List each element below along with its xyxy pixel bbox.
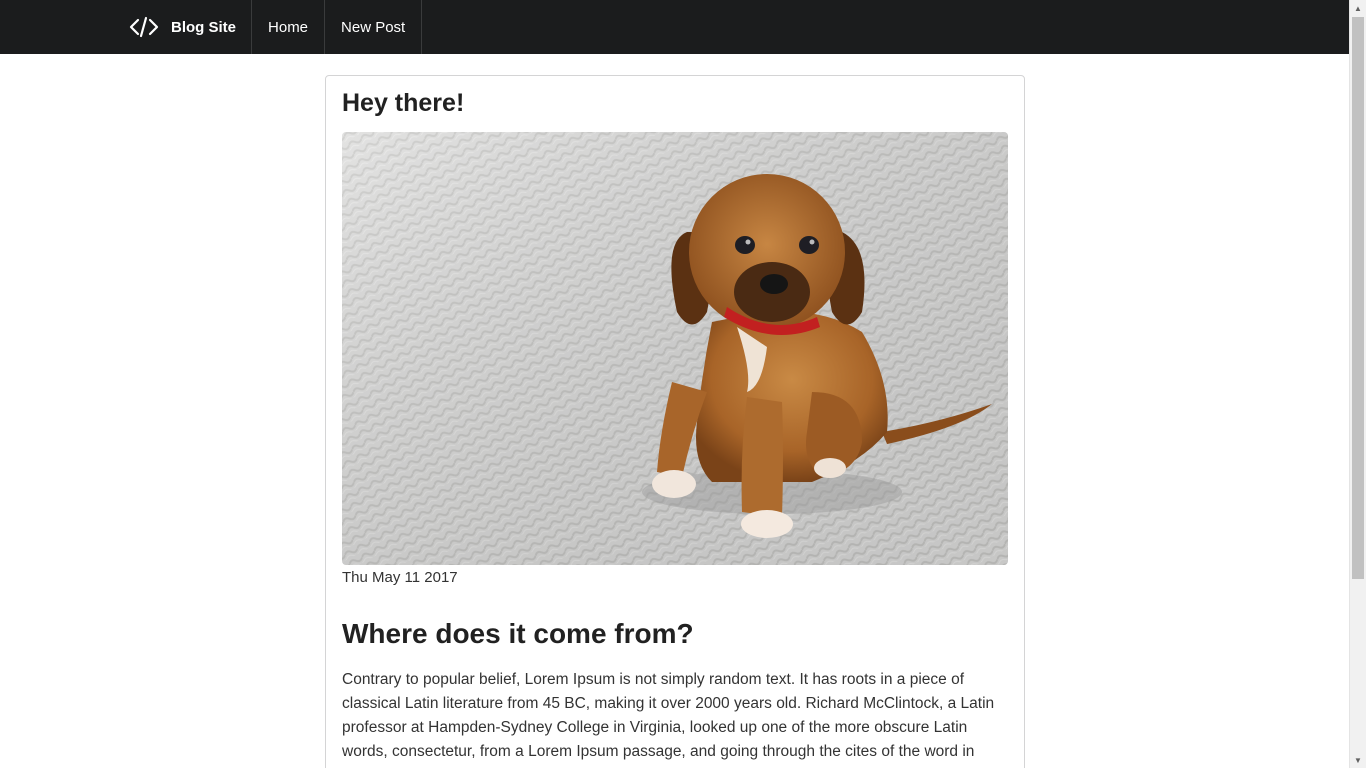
puppy-photo [342,132,1008,565]
scroll-thumb[interactable] [1352,17,1364,579]
nav-new-post-link[interactable]: New Post [325,0,423,54]
post-image [342,132,1008,565]
nav-home-link[interactable]: Home [252,0,326,54]
code-icon [129,16,159,38]
post-heading: Where does it come from? [342,618,694,649]
post-card: Hey there! Thu May 11 2017 Where does it… [325,75,1025,768]
brand-label: Blog Site [171,18,237,36]
brand-link[interactable]: Blog Site [113,0,253,54]
scroll-down-icon[interactable]: ▼ [1350,752,1366,768]
top-navbar: Blog Site Home New Post [0,0,1349,54]
post-date: Thu May 11 2017 [342,569,458,586]
post-body: Contrary to popular belief, Lorem Ipsum … [342,671,995,768]
page-scrollbar[interactable]: ▲ ▼ [1349,0,1366,768]
post-title: Hey there! [342,89,465,117]
scroll-up-icon[interactable]: ▲ [1350,0,1366,16]
nav-menu: Blog Site Home New Post [113,0,423,54]
